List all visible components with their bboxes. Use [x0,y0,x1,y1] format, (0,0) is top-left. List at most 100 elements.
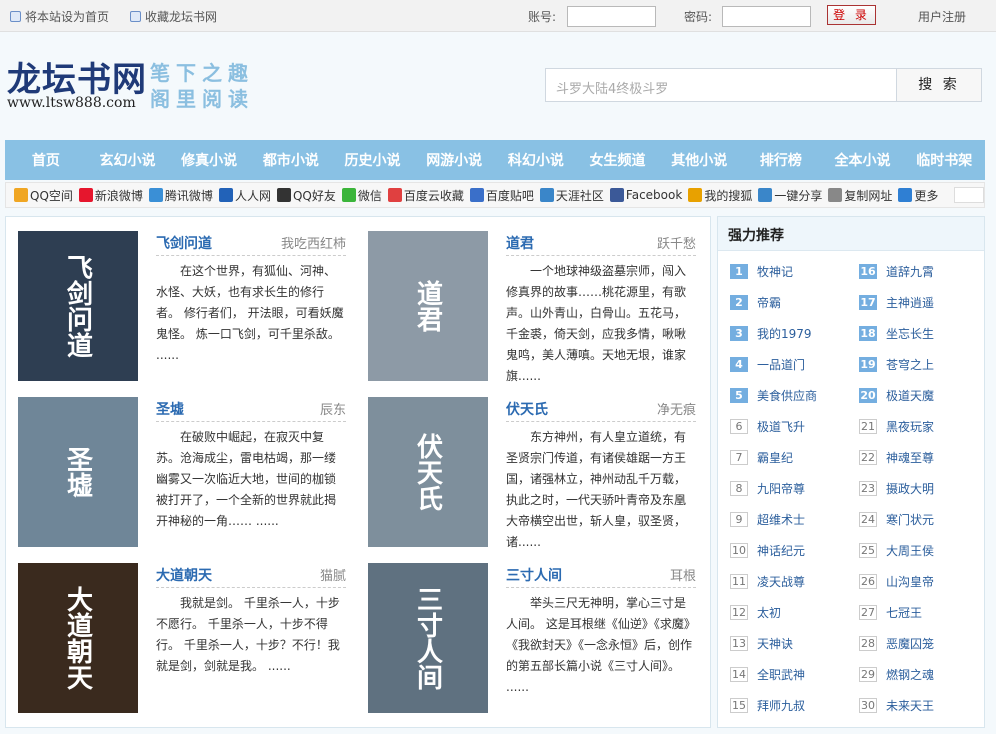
share-weibo[interactable]: 新浪微博 [78,187,143,204]
rank-book-name[interactable]: 七冠王 [886,604,922,621]
login-button[interactable]: 登 录 [827,5,876,25]
book-author[interactable]: 跃千愁 [657,233,696,252]
share-tianya[interactable]: 天涯社区 [539,187,604,204]
register-link[interactable]: 用户注册 [918,8,966,25]
rank-book-name[interactable]: 摄政大明 [886,480,934,497]
rank-book-name[interactable]: 一品道门 [757,356,805,373]
share-renren[interactable]: 人人网 [218,187,271,204]
rank-item[interactable]: 9 超维术士 [730,511,805,528]
book-author[interactable]: 净无痕 [657,399,696,418]
rank-book-name[interactable]: 拜师九叔 [757,697,805,714]
book-author[interactable]: 我吃西红柿 [281,233,346,252]
rank-item[interactable]: 15 拜师九叔 [730,697,805,714]
rank-item[interactable]: 7 霸皇纪 [730,449,793,466]
rank-book-name[interactable]: 苍穹之上 [886,356,934,373]
share-heart[interactable]: 百度云收藏 [387,187,464,204]
rank-item[interactable]: 26 山沟皇帝 [859,573,934,590]
rank-item[interactable]: 20 极道天魔 [859,387,934,404]
rank-book-name[interactable]: 寒门状元 [886,511,934,528]
book-cover[interactable]: 道君 [368,231,488,381]
book-cover[interactable]: 伏天氏 [368,397,488,547]
rank-item[interactable]: 22 神魂至尊 [859,449,934,466]
nav-item[interactable]: 排行榜 [740,150,822,170]
rank-book-name[interactable]: 未来天王 [886,697,934,714]
rank-book-name[interactable]: 坐忘长生 [886,325,934,342]
book-title[interactable]: 大道朝天 [156,565,212,585]
rank-book-name[interactable]: 全职武神 [757,666,805,683]
rank-item[interactable]: 4 一品道门 [730,356,805,373]
share-share[interactable]: 一键分享 [758,187,822,204]
book-cover[interactable]: 飞剑问道 [18,231,138,381]
search-button[interactable]: 搜 索 [896,68,982,102]
rank-item[interactable]: 16 道辞九霄 [859,263,934,280]
password-input[interactable] [722,6,811,27]
share-facebook[interactable]: Facebook [609,188,682,202]
nav-item[interactable]: 首页 [5,150,87,170]
book-cover[interactable]: 圣墟 [18,397,138,547]
rank-book-name[interactable]: 我的1979 [757,325,812,342]
rank-book-name[interactable]: 神话纪元 [757,542,805,559]
book-title[interactable]: 圣墟 [156,399,184,419]
account-input[interactable] [567,6,656,27]
rank-book-name[interactable]: 神魂至尊 [886,449,934,466]
nav-item[interactable]: 历史小说 [332,150,414,170]
rank-book-name[interactable]: 黑夜玩家 [886,418,934,435]
rank-book-name[interactable]: 美食供应商 [757,387,817,404]
rank-item[interactable]: 12 太初 [730,604,781,621]
rank-item[interactable]: 19 苍穹之上 [859,356,934,373]
book-author[interactable]: 辰东 [320,399,346,418]
nav-item[interactable]: 科幻小说 [495,150,577,170]
rank-item[interactable]: 17 主神逍遥 [859,294,934,311]
rank-item[interactable]: 10 神话纪元 [730,542,805,559]
book-title[interactable]: 飞剑问道 [156,233,212,253]
rank-item[interactable]: 23 摄政大明 [859,480,934,497]
rank-item[interactable]: 6 极道飞升 [730,418,805,435]
nav-item[interactable]: 其他小说 [658,150,740,170]
set-homepage-link[interactable]: 将本站设为首页 [10,8,109,25]
share-copy[interactable]: 复制网址 [828,187,892,204]
rank-item[interactable]: 25 大周王侯 [859,542,934,559]
rank-item[interactable]: 21 黑夜玩家 [859,418,934,435]
rank-book-name[interactable]: 山沟皇帝 [886,573,934,590]
nav-item[interactable]: 修真小说 [168,150,250,170]
search-input[interactable]: 斗罗大陆4终极斗罗 [545,68,897,102]
rank-item[interactable]: 18 坐忘长生 [859,325,934,342]
rank-book-name[interactable]: 帝霸 [757,294,781,311]
rank-item[interactable]: 14 全职武神 [730,666,805,683]
book-author[interactable]: 猫腻 [320,565,346,584]
rank-item[interactable]: 2 帝霸 [730,294,781,311]
rank-book-name[interactable]: 天神诀 [757,635,793,652]
share-sohu[interactable]: 我的搜狐 [688,187,752,204]
nav-item[interactable]: 网游小说 [413,150,495,170]
rank-book-name[interactable]: 极道天魔 [886,387,934,404]
nav-item[interactable]: 全本小说 [822,150,904,170]
rank-item[interactable]: 24 寒门状元 [859,511,934,528]
rank-item[interactable]: 11 凌天战尊 [730,573,805,590]
book-cover[interactable]: 三寸人间 [368,563,488,713]
rank-book-name[interactable]: 道辞九霄 [886,263,934,280]
book-title[interactable]: 伏天氏 [506,399,548,419]
share-qq[interactable]: QQ好友 [276,187,336,204]
rank-book-name[interactable]: 霸皇纪 [757,449,793,466]
rank-book-name[interactable]: 极道飞升 [757,418,805,435]
bookmark-link[interactable]: 收藏龙坛书网 [130,8,217,25]
rank-item[interactable]: 8 九阳帝尊 [730,480,805,497]
rank-book-name[interactable]: 燃钢之魂 [886,666,934,683]
site-logo[interactable]: 龙坛书网 [7,52,147,101]
share-wechat[interactable]: 微信 [341,187,382,204]
nav-item[interactable]: 女生频道 [577,150,659,170]
share-qzone[interactable]: QQ空间 [14,187,73,204]
nav-item[interactable]: 玄幻小说 [87,150,169,170]
rank-item[interactable]: 5 美食供应商 [730,387,817,404]
book-author[interactable]: 耳根 [670,565,696,584]
share-plus[interactable]: 更多 [898,187,938,204]
share-tencent-weibo[interactable]: 腾讯微博 [148,187,213,204]
rank-item[interactable]: 3 我的1979 [730,325,812,342]
book-title[interactable]: 三寸人间 [506,565,562,585]
rank-book-name[interactable]: 大周王侯 [886,542,934,559]
rank-item[interactable]: 30 未来天王 [859,697,934,714]
rank-item[interactable]: 28 恶魔囚笼 [859,635,934,652]
rank-book-name[interactable]: 恶魔囚笼 [886,635,934,652]
rank-item[interactable]: 29 燃钢之魂 [859,666,934,683]
nav-item[interactable]: 临时书架 [903,150,985,170]
